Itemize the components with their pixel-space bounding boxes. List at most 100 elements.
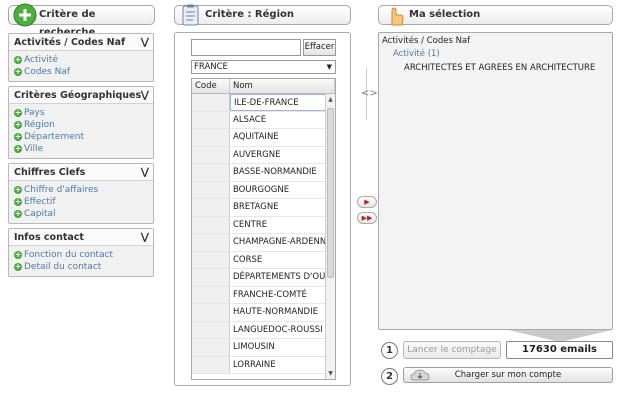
item-label: Capital <box>24 209 56 219</box>
add-selected-button[interactable]: ▶ <box>357 196 377 208</box>
column-header-nom[interactable]: Nom <box>230 79 335 93</box>
table-row[interactable]: ALSACE <box>192 111 335 129</box>
cell-code <box>192 129 230 146</box>
chevron-double-down-icon[interactable]: ⋁ <box>141 164 149 181</box>
chevron-double-down-icon[interactable]: ⋁ <box>141 87 149 104</box>
table-scrollbar[interactable]: ▲ ▼ <box>325 94 335 379</box>
sidebar-item-capital[interactable]: + Capital <box>14 208 149 220</box>
country-select-value: FRANCE <box>194 62 228 72</box>
clipboard-icon <box>182 4 199 26</box>
add-icon: + <box>14 185 22 194</box>
cell-code <box>192 304 230 321</box>
sidebar-item-detail-contact[interactable]: + Detail du contact <box>14 261 149 273</box>
cell-nom: LANGUEDOC-ROUSSI <box>233 324 323 335</box>
add-all-button[interactable]: ▶▶ <box>357 212 377 224</box>
chevron-double-down-icon[interactable]: ⋁ <box>141 229 149 246</box>
sidebar-item-departement[interactable]: + Département <box>14 131 149 143</box>
cell-code <box>192 111 230 128</box>
sidebar-item-region[interactable]: + Région <box>14 119 149 131</box>
cell-code <box>192 164 230 181</box>
add-icon: + <box>14 132 22 141</box>
table-header: Code Nom <box>192 79 335 94</box>
load-to-account-button[interactable]: Charger sur mon compte <box>403 367 613 383</box>
search-criteria-header: Critère de recherche <box>8 3 155 38</box>
add-icon: + <box>14 197 22 206</box>
add-icon: + <box>14 262 22 271</box>
item-label: Pays <box>24 108 45 118</box>
clear-button[interactable]: Effacer <box>303 39 336 56</box>
sidebar-item-fonction-contact[interactable]: + Fonction du contact <box>14 249 149 261</box>
cell-code <box>192 234 230 251</box>
region-table: Code Nom ILE-DE-FRANCE ALSACE AQUITAINE AUV… <box>191 78 336 380</box>
sidebar-item-codes-naf[interactable]: + Codes Naf <box>14 66 149 78</box>
add-icon: + <box>14 209 22 218</box>
cell-code <box>192 181 230 198</box>
chevron-double-down-icon[interactable]: ⋁ <box>141 34 149 51</box>
criteria-sidebar: Activités / Codes Naf ⋁ + Activité + Codes… <box>8 33 154 281</box>
table-row[interactable]: AQUITAINE <box>192 129 335 147</box>
section-title-label: Infos contact <box>14 232 84 243</box>
splitter-handle-icon[interactable]: <> <box>361 88 378 99</box>
table-row[interactable]: FRANCHE-COMTÉ <box>192 286 335 304</box>
cell-nom: BASSE-NORMANDIE <box>233 167 317 177</box>
selection-value[interactable]: ARCHITECTES ET AGREES EN ARCHITECTURE <box>404 63 595 73</box>
selection-category: Activités / Codes Naf <box>382 36 471 46</box>
caret-down-icon: ▼ <box>326 63 332 71</box>
cell-nom: CENTRE <box>233 219 268 230</box>
sidebar-item-pays[interactable]: + Pays <box>14 107 149 119</box>
table-row[interactable]: HAUTE-NORMANDIE <box>192 304 335 322</box>
cell-code <box>192 146 230 163</box>
table-row[interactable]: BRETAGNE <box>192 199 335 217</box>
section-contact-info: Infos contact ⋁ + Fonction du contact + De… <box>8 228 154 277</box>
table-row[interactable]: LORRAINE <box>192 356 335 374</box>
section-title-key-figures[interactable]: Chiffres Clefs ⋁ <box>9 164 153 181</box>
scroll-up-icon[interactable]: ▲ <box>326 96 335 103</box>
table-row[interactable]: ILE-DE-FRANCE <box>192 94 335 112</box>
cell-nom: FRANCHE-COMTÉ <box>233 289 307 300</box>
sidebar-item-activite[interactable]: + Activité <box>14 54 149 66</box>
cell-nom: BRETAGNE <box>233 202 279 212</box>
cell-code <box>192 269 230 286</box>
cell-nom: AUVERGNE <box>233 149 281 160</box>
table-row[interactable]: BASSE-NORMANDIE <box>192 164 335 182</box>
sidebar-item-chiffre-affaires[interactable]: + Chiffre d'affaires <box>14 184 149 196</box>
table-row[interactable]: DÉPARTEMENTS D'OU <box>192 269 335 287</box>
scrollbar-thumb[interactable] <box>327 108 334 278</box>
column-header-code[interactable]: Code <box>192 79 230 93</box>
table-row[interactable]: CENTRE <box>192 216 335 234</box>
item-label: Effectif <box>24 197 56 207</box>
country-select[interactable]: FRANCE ▼ <box>191 60 336 74</box>
add-icon: + <box>14 55 22 64</box>
table-row[interactable]: CORSE <box>192 251 335 269</box>
section-title-activities[interactable]: Activités / Codes Naf ⋁ <box>9 34 153 51</box>
add-circle-icon <box>13 3 37 27</box>
table-row[interactable]: AUVERGNE <box>192 146 335 164</box>
cell-code <box>192 251 230 268</box>
item-label: Fonction du contact <box>24 250 114 260</box>
sidebar-item-effectif[interactable]: + Effectif <box>14 196 149 208</box>
item-label: Chiffre d'affaires <box>24 185 99 195</box>
selection-subcategory[interactable]: Activité (1) <box>393 49 440 59</box>
add-icon: + <box>14 108 22 117</box>
region-criteria-panel: Effacer FRANCE ▼ Code Nom ILE-DE-FRANCE A… <box>174 32 351 386</box>
section-key-figures: Chiffres Clefs ⋁ + Chiffre d'affaires + Ef… <box>8 163 154 224</box>
hand-pointer-icon <box>391 7 404 26</box>
sidebar-item-ville[interactable]: + Ville <box>14 143 149 155</box>
cell-code <box>192 199 230 216</box>
add-icon: + <box>14 67 22 76</box>
item-label: Département <box>24 132 84 142</box>
email-count: 17630 emails <box>506 341 613 359</box>
count-button[interactable]: Lancer le comptage <box>403 341 501 359</box>
section-title-label: Chiffres Clefs <box>14 167 86 178</box>
scroll-down-icon[interactable]: ▼ <box>326 370 335 377</box>
table-row[interactable]: CHAMPAGNE-ARDENN <box>192 234 335 252</box>
cell-nom: LIMOUSIN <box>233 342 275 352</box>
table-row[interactable]: LANGUEDOC-ROUSSI <box>192 321 335 339</box>
region-search-input[interactable] <box>191 39 301 56</box>
section-title-geographic[interactable]: Critères Géographiques ⋁ <box>9 87 153 104</box>
table-row[interactable]: BOURGOGNE <box>192 181 335 199</box>
table-row[interactable]: LIMOUSIN <box>192 339 335 357</box>
cloud-download-icon <box>410 369 430 381</box>
section-title-contact-info[interactable]: Infos contact ⋁ <box>9 229 153 246</box>
add-icon: + <box>14 250 22 259</box>
